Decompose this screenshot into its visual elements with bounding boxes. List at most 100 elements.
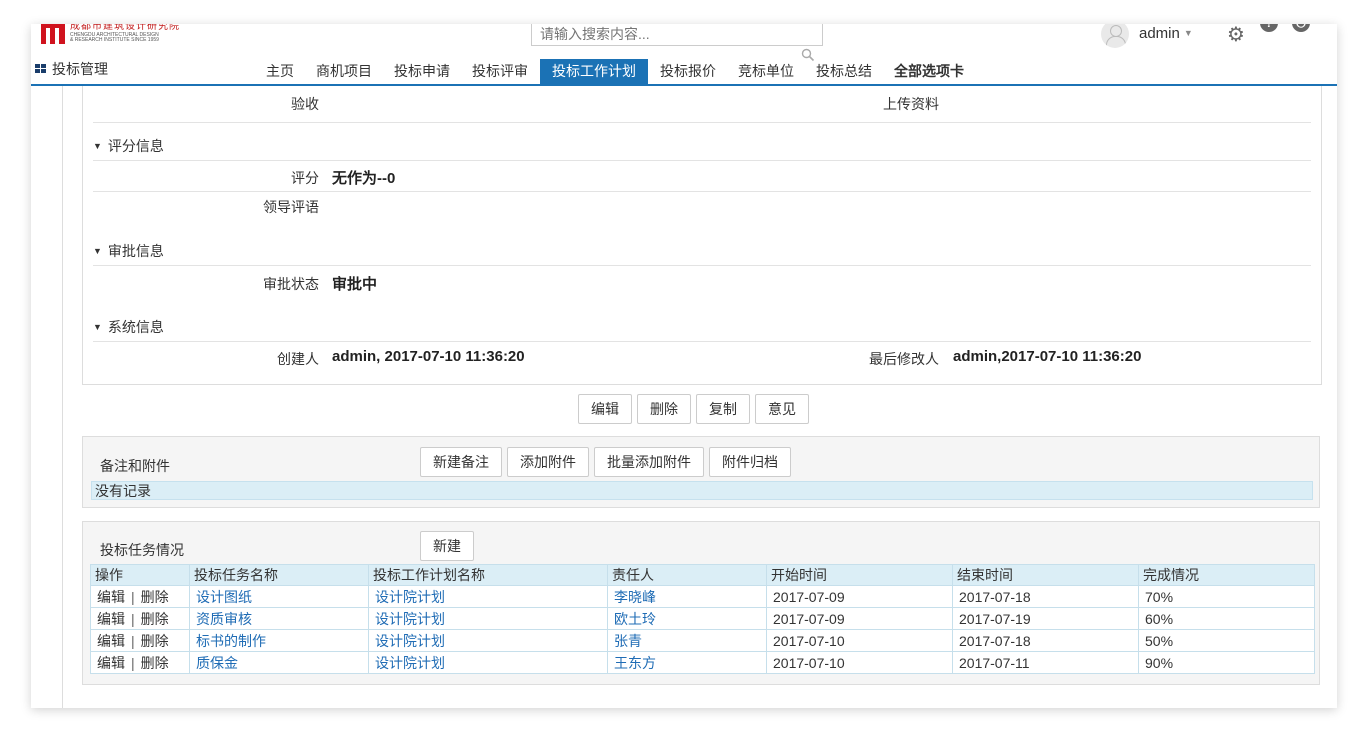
- edit-button[interactable]: 编辑: [578, 394, 632, 424]
- approval-section-header[interactable]: ▼ 审批信息: [93, 241, 164, 261]
- detail-panel: 验收 上传资料 ▼ 评分信息 评分 无作为--0 领导评语 ▼ 审批信息 审批状态 …: [82, 86, 1322, 385]
- acceptance-row: 验收 上传资料: [93, 86, 1311, 123]
- avatar: [1101, 24, 1129, 48]
- archive-attachment-button[interactable]: 附件归档: [709, 447, 791, 477]
- main-content: 验收 上传资料 ▼ 评分信息 评分 无作为--0 领导评语 ▼ 审批信息 审批状态 …: [62, 86, 1337, 708]
- creator-label: 创建人: [277, 351, 319, 367]
- upload-label: 上传资料: [883, 96, 939, 112]
- row-edit-link[interactable]: 编辑: [97, 589, 125, 605]
- col-task-name: 投标任务名称: [189, 564, 369, 586]
- tasks-panel: 投标任务情况 新建 操作 投标任务名称 投标工作计划名称 责任人 开始时间 结束…: [82, 521, 1320, 685]
- notes-title: 备注和附件: [100, 458, 170, 474]
- opinion-button[interactable]: 意见: [755, 394, 809, 424]
- tasks-title: 投标任务情况: [100, 542, 184, 558]
- add-attachment-button[interactable]: 添加附件: [507, 447, 589, 477]
- table-row: 编辑 | 删除 标书的制作 设计院计划 张青 2017-07-10 2017-07-…: [90, 629, 1315, 652]
- username: admin: [1139, 24, 1180, 42]
- task-name-link[interactable]: 设计图纸: [189, 585, 369, 608]
- system-info-row: 创建人 admin, 2017-07-10 11:36:20 最后修改人 adm…: [93, 341, 1311, 376]
- logo-name-en-2: & RESEARCH INSTITUTE SINCE 1959: [70, 37, 159, 43]
- task-name-link[interactable]: 质保金: [189, 651, 369, 674]
- module-title[interactable]: 投标管理: [35, 59, 108, 79]
- logo[interactable]: 成都市建筑设计研究院 CHENGDU ARCHITECTURAL DESIGN …: [41, 24, 211, 48]
- chevron-down-icon: ▼: [1183, 28, 1193, 38]
- empty-message: 没有记录: [91, 481, 1313, 500]
- system-section-header[interactable]: ▼ 系统信息: [93, 317, 164, 337]
- end-time: 2017-07-19: [952, 607, 1139, 630]
- row-edit-link[interactable]: 编辑: [97, 633, 125, 649]
- delete-button[interactable]: 删除: [637, 394, 691, 424]
- start-time: 2017-07-10: [766, 629, 953, 652]
- approval-status-value: 审批中: [332, 276, 378, 293]
- table-row: 编辑 | 删除 资质审核 设计院计划 欧土玲 2017-07-09 2017-07-…: [90, 607, 1315, 630]
- app-window: 成都市建筑设计研究院 CHENGDU ARCHITECTURAL DESIGN …: [31, 24, 1337, 708]
- col-plan-name: 投标工作计划名称: [368, 564, 608, 586]
- leader-comment-row: 领导评语: [93, 191, 1311, 221]
- tab-bid-work-plan[interactable]: 投标工作计划: [540, 59, 648, 84]
- owner-link[interactable]: 王东方: [607, 651, 767, 674]
- task-name-link[interactable]: 标书的制作: [189, 629, 369, 652]
- top-bar: 成都市建筑设计研究院 CHENGDU ARCHITECTURAL DESIGN …: [31, 24, 1337, 62]
- new-note-button[interactable]: 新建备注: [420, 447, 502, 477]
- plan-name-link[interactable]: 设计院计划: [368, 585, 608, 608]
- tab-bid-summary[interactable]: 投标总结: [806, 59, 882, 84]
- progress: 50%: [1138, 629, 1315, 652]
- logo-mark-icon: [41, 24, 65, 44]
- leader-comment-label: 领导评语: [263, 199, 319, 215]
- search-box: [531, 24, 823, 46]
- row-delete-link[interactable]: 删除: [141, 611, 169, 627]
- start-time: 2017-07-09: [766, 607, 953, 630]
- start-time: 2017-07-09: [766, 585, 953, 608]
- gear-icon[interactable]: ⚙: [1227, 24, 1245, 47]
- score-section-header[interactable]: ▼ 评分信息: [93, 136, 164, 156]
- new-task-button[interactable]: 新建: [420, 531, 474, 561]
- plan-name-link[interactable]: 设计院计划: [368, 607, 608, 630]
- power-icon[interactable]: ⏻: [1292, 24, 1310, 32]
- caret-down-icon: ▼: [93, 322, 102, 332]
- caret-down-icon: ▼: [93, 141, 102, 151]
- row-delete-link[interactable]: 删除: [141, 655, 169, 671]
- row-edit-link[interactable]: 编辑: [97, 655, 125, 671]
- row-delete-link[interactable]: 删除: [141, 589, 169, 605]
- end-time: 2017-07-11: [952, 651, 1139, 674]
- task-name-link[interactable]: 资质审核: [189, 607, 369, 630]
- progress: 90%: [1138, 651, 1315, 674]
- plan-name-link[interactable]: 设计院计划: [368, 651, 608, 674]
- row-delete-link[interactable]: 删除: [141, 633, 169, 649]
- row-edit-link[interactable]: 编辑: [97, 611, 125, 627]
- col-start-time: 开始时间: [766, 564, 953, 586]
- tab-home[interactable]: 主页: [256, 59, 304, 84]
- tab-all-tabs[interactable]: 全部选项卡: [884, 59, 974, 84]
- tab-bar: 主页 商机项目 投标申请 投标评审 投标工作计划 投标报价 竞标单位 投标总结 …: [256, 59, 976, 84]
- modifier-value: admin,2017-07-10 11:36:20: [953, 348, 1142, 365]
- tab-opportunities[interactable]: 商机项目: [306, 59, 382, 84]
- modifier-label: 最后修改人: [869, 351, 939, 367]
- plan-name-link[interactable]: 设计院计划: [368, 629, 608, 652]
- tab-competitors[interactable]: 竞标单位: [728, 59, 804, 84]
- user-menu[interactable]: admin ▼: [1101, 24, 1193, 50]
- tab-bid-application[interactable]: 投标申请: [384, 59, 460, 84]
- owner-link[interactable]: 张青: [607, 629, 767, 652]
- acceptance-label: 验收: [291, 96, 319, 112]
- col-end-time: 结束时间: [952, 564, 1139, 586]
- start-time: 2017-07-10: [766, 651, 953, 674]
- grid-icon: [35, 64, 46, 74]
- progress: 70%: [1138, 585, 1315, 608]
- col-owner: 责任人: [607, 564, 767, 586]
- progress: 60%: [1138, 607, 1315, 630]
- approval-status-row: 审批状态 审批中: [93, 265, 1311, 296]
- owner-link[interactable]: 李晓峰: [607, 585, 767, 608]
- tab-bid-review[interactable]: 投标评审: [462, 59, 538, 84]
- search-input[interactable]: [538, 24, 812, 44]
- help-icon[interactable]: ?: [1260, 24, 1278, 32]
- end-time: 2017-07-18: [952, 629, 1139, 652]
- owner-link[interactable]: 欧土玲: [607, 607, 767, 630]
- table-header-row: 操作 投标任务名称 投标工作计划名称 责任人 开始时间 结束时间 完成情况: [90, 564, 1315, 586]
- copy-button[interactable]: 复制: [696, 394, 750, 424]
- batch-add-attachment-button[interactable]: 批量添加附件: [594, 447, 704, 477]
- score-value: 无作为--0: [332, 170, 396, 187]
- tab-bid-quotation[interactable]: 投标报价: [650, 59, 726, 84]
- logo-name-cn: 成都市建筑设计研究院: [70, 24, 180, 32]
- score-label: 评分: [291, 170, 319, 186]
- end-time: 2017-07-18: [952, 585, 1139, 608]
